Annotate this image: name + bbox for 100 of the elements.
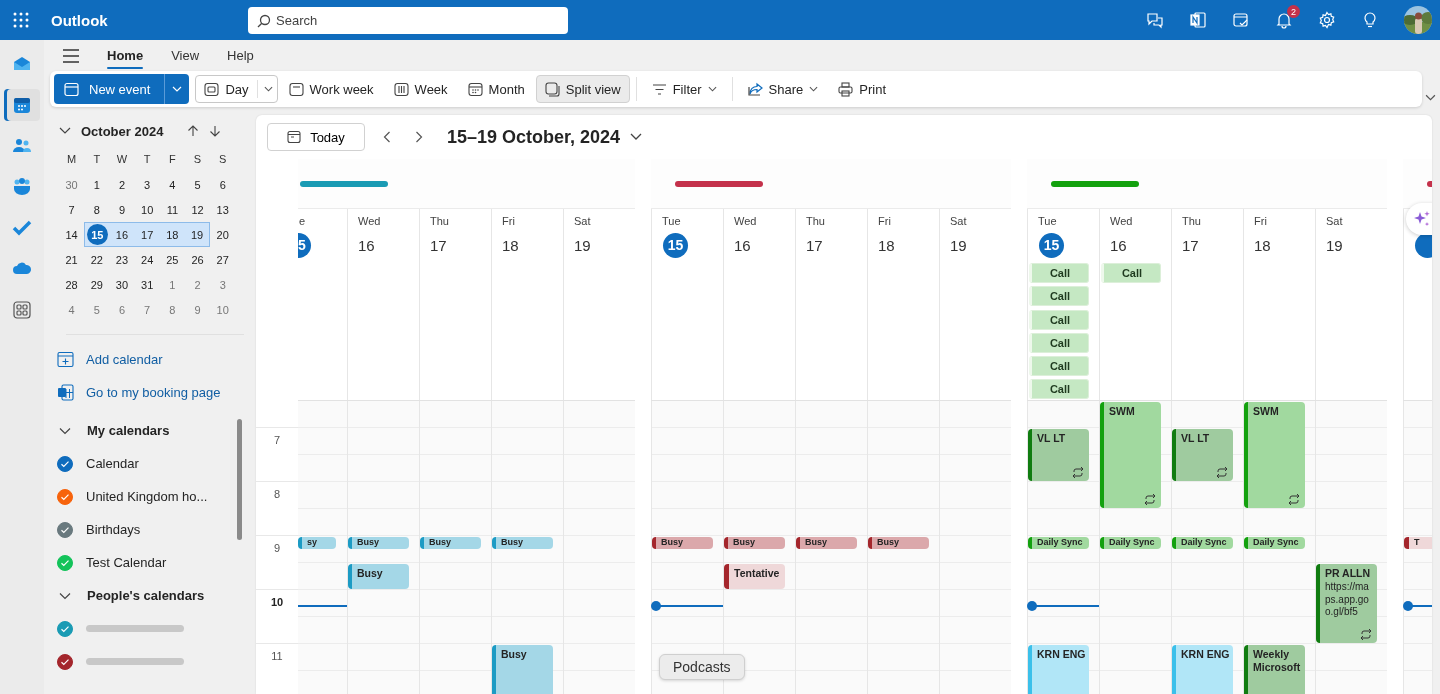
calendar-day[interactable]: 11	[159, 197, 185, 222]
calendar-event[interactable]: Tentative	[724, 564, 785, 589]
group-title[interactable]: People's calendars	[87, 588, 205, 603]
calendar-day[interactable]: 30	[109, 272, 135, 297]
calendar-day[interactable]: 7	[59, 197, 85, 222]
calendar-day[interactable]: 4	[159, 172, 185, 197]
all-day-event[interactable]: Call	[1029, 379, 1089, 400]
all-day-event[interactable]: Call	[1029, 286, 1089, 307]
calendar-day[interactable]: 16	[109, 222, 135, 247]
calendar-day[interactable]: 8	[159, 297, 185, 322]
calendar-day[interactable]: 23	[109, 247, 135, 272]
chevron-down-icon[interactable]	[59, 127, 71, 135]
ribbon-tab[interactable]: Help	[227, 42, 254, 69]
calendar-day[interactable]: 7	[134, 297, 160, 322]
menu-icon[interactable]	[63, 48, 79, 63]
copilot-button[interactable]	[1406, 203, 1432, 235]
calendar-name[interactable]: Birthdays	[86, 522, 141, 537]
calendar-event[interactable]: Weekly Microsoft	[1244, 645, 1305, 694]
group-title[interactable]: My calendars	[87, 423, 170, 438]
arrow-up-icon[interactable]	[187, 125, 199, 137]
pane-link[interactable]: Add calendar	[86, 352, 163, 367]
view-dropdown[interactable]: Day	[195, 75, 278, 103]
calendar-day[interactable]: 28	[59, 272, 85, 297]
calendar-event[interactable]: Busy	[420, 537, 481, 549]
calendar-event[interactable]: VL LT	[1172, 429, 1233, 481]
calendar-event[interactable]: Busy	[652, 537, 713, 549]
calendar-event[interactable]: SWM	[1244, 402, 1305, 508]
calendar-event[interactable]: Daily Sync	[1028, 537, 1089, 549]
calendar-day[interactable]: 9	[109, 197, 135, 222]
calendar-day[interactable]: 2	[109, 172, 135, 197]
chevron-right-icon[interactable]	[415, 131, 423, 143]
calendar-day[interactable]: 20	[210, 222, 236, 247]
calendar-event[interactable]: VL LT	[1028, 429, 1089, 481]
calendar-day[interactable]: 1	[159, 272, 185, 297]
calendar-day[interactable]: 5	[84, 297, 110, 322]
calendar-day[interactable]: 31	[134, 272, 160, 297]
menu-button[interactable]: Share	[738, 75, 828, 103]
lightbulb-icon[interactable]	[1361, 11, 1379, 29]
ribbon-tab[interactable]: View	[171, 42, 200, 69]
calendar-checkbox[interactable]	[57, 620, 73, 637]
app-launcher-icon[interactable]	[13, 12, 29, 28]
all-day-event[interactable]: Call	[1029, 356, 1089, 377]
chevron-down-icon[interactable]	[1425, 94, 1436, 101]
calendar-event[interactable]: Busy	[348, 564, 409, 589]
calendar-checkbox[interactable]	[57, 455, 73, 472]
calendar-name[interactable]: Calendar	[86, 456, 139, 471]
calendar-day[interactable]: 22	[84, 247, 110, 272]
today-button[interactable]: Today	[267, 123, 365, 151]
arrow-down-icon[interactable]	[209, 125, 221, 137]
calendar-checkbox[interactable]	[57, 554, 73, 571]
view-button[interactable]: Month	[458, 75, 534, 103]
calendar-name[interactable]: Test Calendar	[86, 555, 167, 570]
calendar-event[interactable]: PR ALLN https://maps.app.goo.gl/bf5	[1316, 564, 1377, 643]
calendar-day[interactable]: 18	[159, 222, 185, 247]
calendar-event[interactable]: Daily Sync	[1100, 537, 1161, 549]
print-button[interactable]: Print	[829, 75, 895, 103]
calendar-event[interactable]: Busy	[796, 537, 857, 549]
date-range-title[interactable]: 15–19 October, 2024	[447, 126, 621, 148]
calendar-event[interactable]: KRN ENG	[1172, 645, 1233, 694]
chat-icon[interactable]	[1146, 11, 1164, 29]
calendar-name[interactable]: United Kingdom ho...	[86, 489, 208, 504]
calendar-day[interactable]: 24	[134, 247, 160, 272]
calendar-event[interactable]: Busy	[724, 537, 785, 549]
calendar-day[interactable]: 25	[159, 247, 185, 272]
calendar-check-icon[interactable]	[1232, 11, 1250, 29]
calendar-day[interactable]: 15	[84, 222, 110, 247]
all-day-event[interactable]: Call	[1101, 263, 1161, 283]
calendar-day[interactable]: 17	[134, 222, 160, 247]
calendar-day[interactable]: 10	[210, 297, 236, 322]
notebook-icon[interactable]	[1189, 11, 1207, 29]
all-day-event[interactable]: Call	[1029, 263, 1089, 283]
calendar-day[interactable]: 8	[84, 197, 110, 222]
scrollbar[interactable]	[237, 419, 242, 540]
ribbon-tab[interactable]: Home	[107, 42, 144, 69]
menu-button[interactable]: Filter	[642, 75, 726, 103]
new-event-button[interactable]: New event	[54, 74, 165, 104]
calendar-event[interactable]: Busy	[492, 645, 553, 694]
calendar-day[interactable]: 19	[184, 222, 211, 247]
calendar-day[interactable]: 27	[210, 247, 236, 272]
calendar-event[interactable]: SWM	[1100, 402, 1161, 508]
calendar-day[interactable]: 9	[184, 297, 211, 322]
calendar-event[interactable]: Busy	[348, 537, 409, 549]
calendar-day[interactable]: 30	[59, 172, 85, 197]
calendar-checkbox[interactable]	[57, 521, 73, 538]
calendar-day[interactable]: 12	[184, 197, 211, 222]
calendar-day[interactable]: 21	[59, 247, 85, 272]
rail-button[interactable]	[4, 89, 40, 121]
calendar-day[interactable]: 2	[184, 272, 211, 297]
calendar-event[interactable]: Busy	[492, 537, 553, 549]
search-field[interactable]: Search	[248, 6, 568, 34]
view-button[interactable]: Week	[384, 75, 457, 103]
calendar-day[interactable]: 4	[59, 297, 85, 322]
calendar-event[interactable]: Daily Sync	[1172, 537, 1233, 549]
calendar-checkbox[interactable]	[57, 653, 73, 670]
view-button[interactable]: Split view	[535, 75, 630, 103]
all-day-event[interactable]: Call	[1029, 309, 1089, 330]
calendar-day[interactable]: 5	[184, 172, 211, 197]
calendar-day[interactable]: 3	[134, 172, 160, 197]
calendar-day[interactable]: 14	[59, 222, 85, 247]
calendar-event[interactable]: sy	[298, 537, 336, 549]
